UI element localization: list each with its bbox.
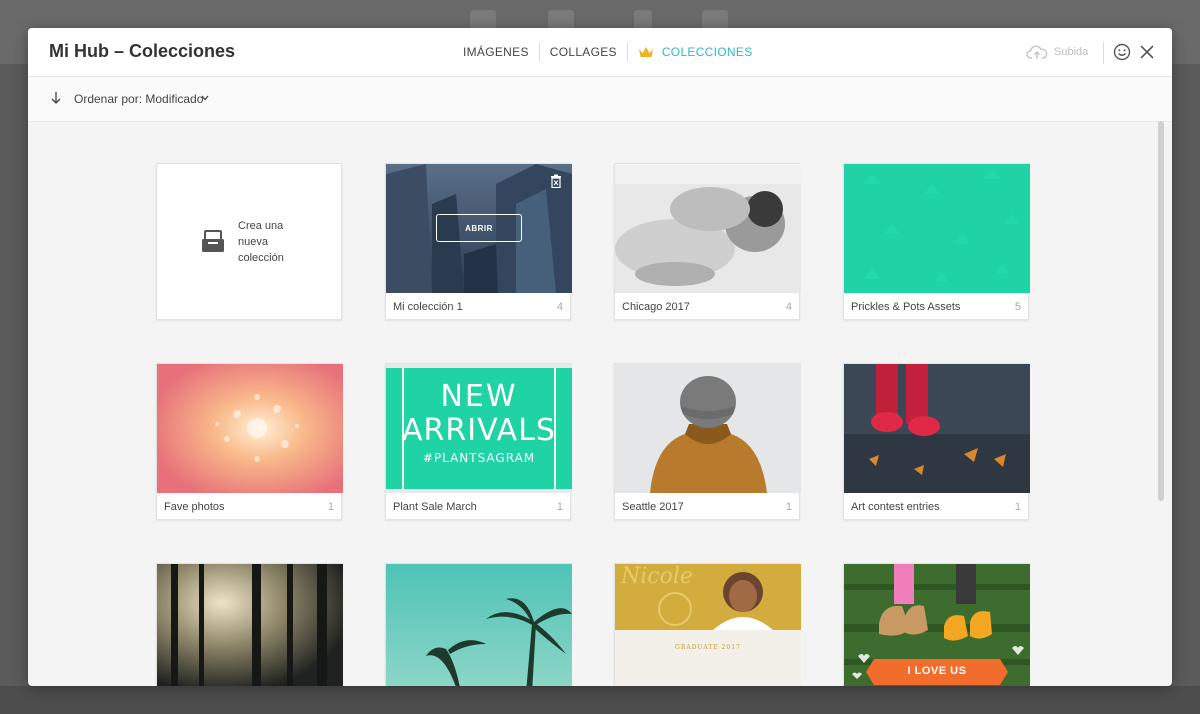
collection-thumbnail [157, 564, 343, 686]
collection-thumbnail [157, 364, 343, 493]
tab-collages[interactable]: COLLAGES [540, 45, 627, 59]
crown-icon [638, 47, 653, 57]
thumb-text-tag: #PLANTSAGRAM [422, 451, 536, 465]
header-divider [1103, 42, 1104, 64]
collection-card[interactable] [385, 563, 572, 686]
collection-name: Prickles & Pots Assets [851, 301, 961, 313]
open-collection-button[interactable]: ABRIR [436, 214, 522, 242]
sort-bar: Ordenar por: Modificado [28, 77, 1172, 122]
upload-label: Subida [1054, 46, 1089, 58]
new-collection-label: Crea una nueva colección [238, 218, 298, 266]
collection-count: 1 [1014, 501, 1021, 513]
collection-card[interactable]: Seattle 2017 1 [614, 363, 801, 520]
tab-collages-label: COLLAGES [549, 45, 617, 59]
thumb-text-graduate-name: Nicole [621, 564, 693, 589]
thumb-text-graduate-caption: GRADUATE 2017 [675, 644, 741, 651]
thumb-text-new: NEW [440, 379, 518, 414]
tab-collections-label: COLECCIONES [661, 45, 753, 59]
collection-card[interactable]: NEW ARRIVALS #PLANTSAGRAM Plant Sale Mar… [385, 363, 572, 520]
collection-thumbnail [615, 164, 801, 293]
collection-card[interactable]: Nicole GRADUATE 2017 [614, 563, 801, 686]
tab-images[interactable]: IMÁGENES [453, 45, 539, 59]
collection-count: 4 [556, 301, 563, 313]
collection-thumbnail [386, 564, 572, 686]
scrollbar[interactable] [1158, 121, 1164, 501]
collection-thumbnail: Nicole GRADUATE 2017 [615, 564, 801, 686]
collection-card[interactable]: Art contest entries 1 [843, 363, 1030, 520]
thumb-text-love-banner: I LOVE US [907, 665, 967, 677]
collection-thumbnail: NEW ARRIVALS #PLANTSAGRAM [386, 364, 572, 493]
collection-name: Art contest entries [851, 501, 940, 513]
new-collection-line1: Crea una [238, 219, 284, 232]
tab-collections[interactable]: COLECCIONES [628, 45, 763, 59]
thumb-text-arrivals: ARRIVALS [402, 413, 556, 448]
chevron-down-icon[interactable] [201, 95, 209, 101]
trash-icon[interactable] [550, 174, 562, 188]
tab-images-label: IMÁGENES [463, 45, 529, 59]
background-app-bottom [0, 686, 1200, 714]
collection-name: Chicago 2017 [622, 301, 690, 313]
collection-name: Fave photos [164, 501, 225, 513]
collection-card[interactable]: I LOVE US [843, 563, 1030, 686]
collection-thumbnail: ABRIR [386, 164, 572, 293]
collection-thumbnail [615, 364, 801, 493]
new-collection-card[interactable]: Crea una nueva colección [156, 163, 342, 320]
modal-header: Mi Hub – Colecciones IMÁGENES COLLAGES C… [28, 28, 1172, 77]
collection-thumbnail [844, 364, 1030, 493]
page-title: Mi Hub – Colecciones [49, 41, 236, 61]
sort-direction-icon[interactable] [50, 91, 62, 105]
collection-count: 1 [327, 501, 334, 513]
collection-card[interactable]: Fave photos 1 [156, 363, 343, 520]
collection-thumbnail: I LOVE US [844, 564, 1030, 686]
upload-button[interactable]: Subida [1026, 44, 1088, 60]
smiley-feedback-icon[interactable] [1113, 43, 1131, 61]
collection-name: Plant Sale March [393, 501, 477, 513]
new-collection-line2: nueva [238, 235, 268, 248]
sort-dropdown[interactable]: Ordenar por: Modificado [74, 92, 203, 106]
tab-bar: IMÁGENES COLLAGES COLECCIONES [453, 28, 763, 76]
collection-thumbnail [844, 164, 1030, 293]
collection-card[interactable]: Prickles & Pots Assets 5 [843, 163, 1030, 320]
collection-count: 1 [785, 501, 792, 513]
collection-count: 5 [1014, 301, 1021, 313]
close-icon[interactable] [1139, 44, 1155, 60]
collection-card[interactable]: ABRIR Mi colección 1 4 [385, 163, 572, 320]
collection-name: Mi colección 1 [393, 301, 463, 313]
collection-name: Seattle 2017 [622, 501, 684, 513]
collections-modal: Mi Hub – Colecciones IMÁGENES COLLAGES C… [28, 28, 1172, 686]
collection-count: 4 [785, 301, 792, 313]
collection-card[interactable] [156, 563, 343, 686]
cloud-upload-icon [1026, 45, 1048, 59]
collection-card[interactable]: Chicago 2017 4 [614, 163, 801, 320]
new-collection-line3: colección [238, 251, 284, 264]
collection-count: 1 [556, 501, 563, 513]
collection-add-icon [202, 229, 224, 252]
